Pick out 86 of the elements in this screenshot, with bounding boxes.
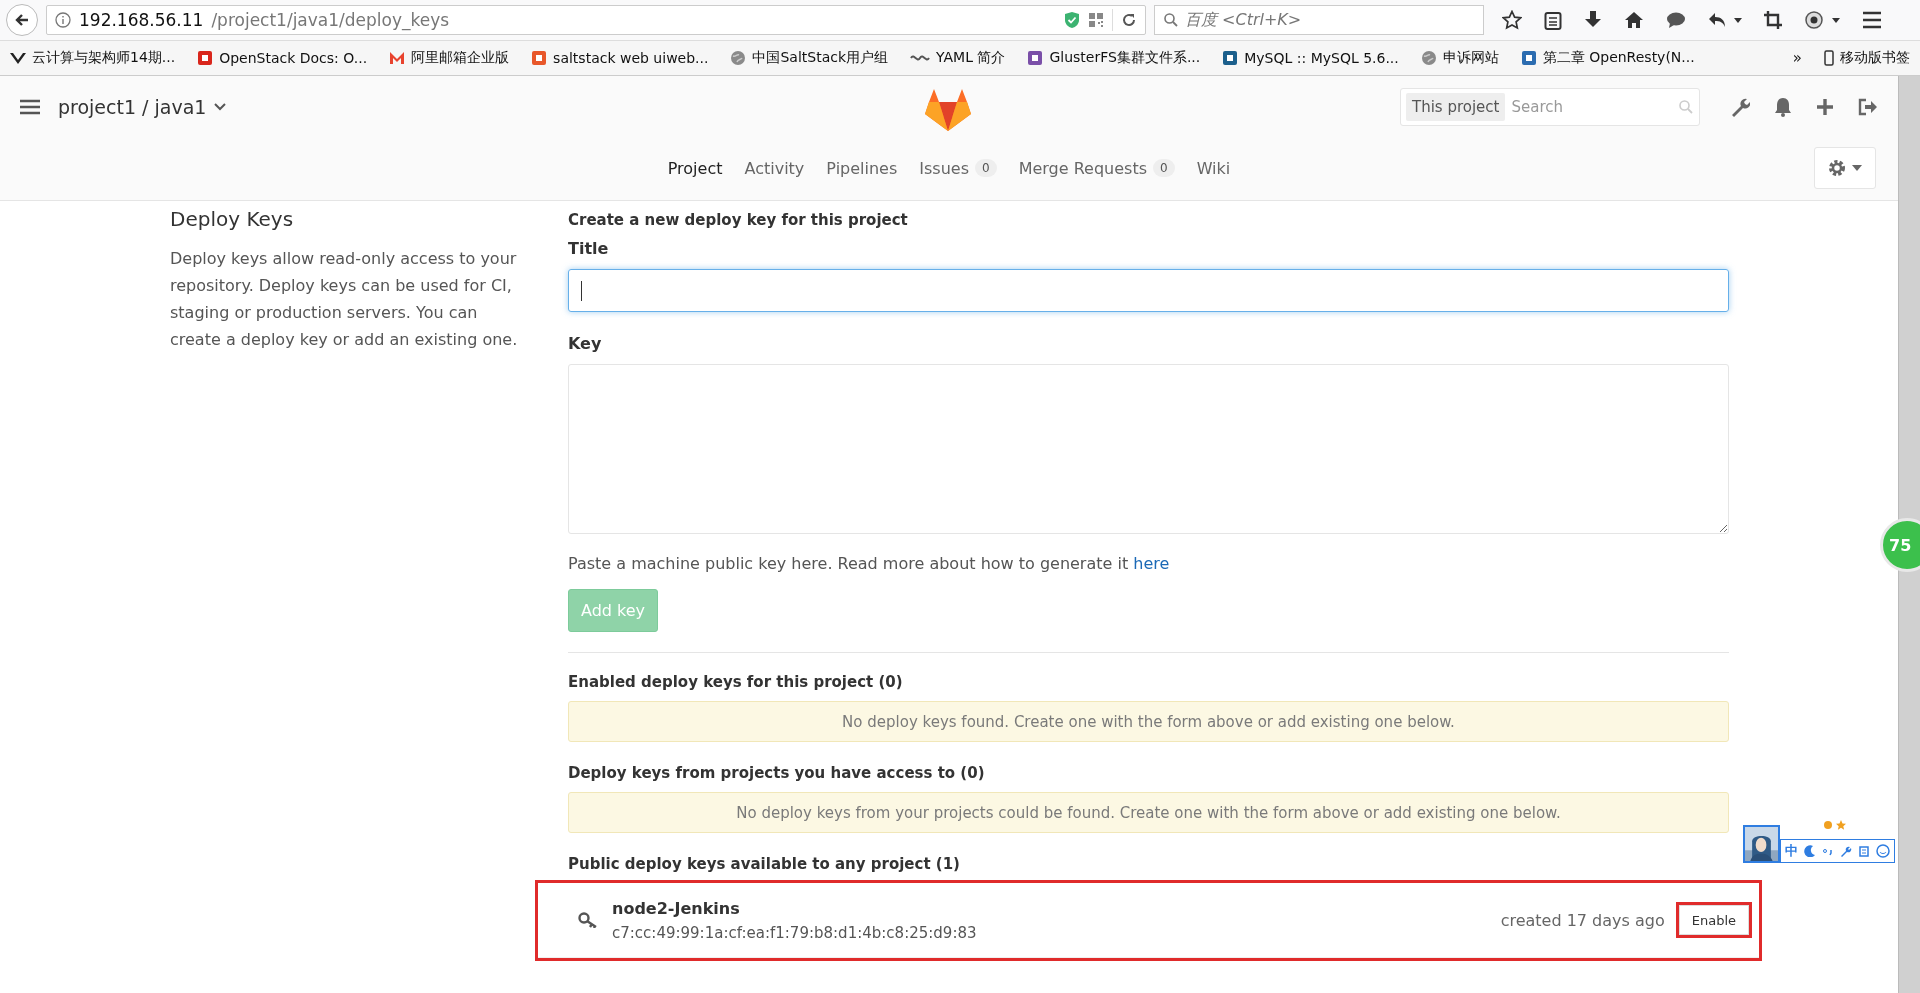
nav-tab[interactable]: Project xyxy=(667,150,723,188)
moon-icon[interactable] xyxy=(1804,845,1816,857)
empty-notice: No deploy keys from your projects could be found. Create one with the form above or add existing one below. xyxy=(568,792,1729,833)
bookmark-link[interactable]: OpenStack Docs: O... xyxy=(197,50,368,66)
project-switcher[interactable]: project1 / java1 xyxy=(58,96,227,118)
title-input-field[interactable] xyxy=(568,269,1729,312)
reload-icon[interactable] xyxy=(1121,12,1137,28)
bookmark-link[interactable]: MySQL :: MySQL 5.6... xyxy=(1222,50,1399,66)
plus-icon[interactable] xyxy=(1816,98,1834,116)
logo-icon xyxy=(531,50,548,66)
help-link[interactable]: here xyxy=(1133,554,1170,573)
mobile-bookmarks-link[interactable]: 移动版书签 xyxy=(1824,49,1910,67)
address-bar[interactable]: 192.168.56.11 /project1/java1/deploy_keys xyxy=(46,5,1146,35)
nav-tab[interactable]: Activity xyxy=(744,150,805,188)
form-heading: Create a new deploy key for this project xyxy=(568,211,909,229)
empty-notice: No deploy keys found. Create one with the form above or add existing one below. xyxy=(568,701,1729,742)
fox-logo-icon[interactable] xyxy=(924,88,972,132)
created-time: created 17 days ago xyxy=(1500,910,1665,930)
field-label: Key xyxy=(568,334,603,353)
section-heading: Deploy keys from projects you have access to (0) xyxy=(568,764,986,782)
bookmark-link[interactable]: 申诉网站 xyxy=(1420,49,1499,67)
search-field[interactable]: 百度 <Ctrl+K> xyxy=(1154,5,1484,35)
bookmark-link[interactable]: 中国SaltStack用户组 xyxy=(730,49,889,67)
shield-icon[interactable] xyxy=(1064,11,1080,29)
more-bookmarks-button[interactable]: » xyxy=(1792,49,1802,67)
undo-icon[interactable] xyxy=(1708,11,1742,29)
back-button[interactable] xyxy=(6,4,38,36)
section-heading: Public deploy keys available to any project (1) xyxy=(568,855,961,873)
section-description: Deploy keys allow read-only access to your repository. Deploy keys can be used for CI, staging or production servers. You can create a deploy key or add an existing one. xyxy=(170,248,519,351)
key-name: node2-Jenkins xyxy=(612,898,741,918)
smiley-icon[interactable] xyxy=(1876,844,1890,858)
settings-icon xyxy=(1828,159,1846,177)
bookmark-link[interactable]: 第二章 OpenResty(N... xyxy=(1520,49,1695,67)
menu-icon[interactable] xyxy=(20,99,40,115)
logo-icon xyxy=(1222,50,1239,66)
nav-tab[interactable]: Merge Requests 0 xyxy=(1018,150,1175,188)
star-icon[interactable] xyxy=(1502,10,1522,30)
info-icon xyxy=(55,12,71,28)
key-icon xyxy=(578,912,598,928)
section-title: Deploy Keys xyxy=(170,207,295,231)
back-arrow-icon xyxy=(14,12,30,28)
count-badge: 0 xyxy=(1153,159,1175,177)
logo-icon xyxy=(1027,50,1044,66)
m-logo-icon xyxy=(389,50,406,66)
settings-button[interactable] xyxy=(1814,147,1876,189)
hint-text: Paste a machine public key here. Read more about how to generate it here xyxy=(568,554,1171,573)
crop-icon[interactable] xyxy=(1764,11,1782,29)
wrench-icon[interactable] xyxy=(1730,97,1750,117)
enable-button[interactable]: Enable xyxy=(1678,905,1749,935)
logo-icon xyxy=(197,50,214,66)
section-heading: Enabled deploy keys for this project (0) xyxy=(568,673,904,691)
globe-icon xyxy=(1420,50,1437,66)
input-mode-label[interactable]: 中 xyxy=(1785,842,1798,860)
v-logo-icon xyxy=(10,50,26,66)
bookmark-link[interactable]: YAML 简介 xyxy=(910,49,1006,67)
bell-icon[interactable] xyxy=(1774,97,1792,117)
ime-toolbar[interactable]: 中 xyxy=(1780,839,1895,863)
clipboard-icon[interactable] xyxy=(1544,10,1562,30)
bookmark-link[interactable]: 云计算与架构师14期... xyxy=(10,49,176,67)
nav-tab[interactable]: Wiki xyxy=(1196,150,1231,188)
key-input-field[interactable] xyxy=(568,364,1729,534)
count-badge: 0 xyxy=(975,159,997,177)
bookmark-link[interactable]: saltstack web uiweb... xyxy=(531,50,709,66)
caret-icon xyxy=(1852,165,1862,171)
chevron-icon xyxy=(214,103,227,111)
qr-code-icon[interactable] xyxy=(1088,12,1104,28)
chat-icon[interactable] xyxy=(1666,11,1686,29)
download-icon[interactable] xyxy=(1584,10,1602,30)
bookmark-link[interactable]: 阿里邮箱企业版 xyxy=(389,49,510,67)
nav-tab[interactable]: Pipelines xyxy=(826,150,898,188)
speed-badge: 75 xyxy=(1880,518,1920,572)
key-fingerprint: c7:cc:49:99:1a:cf:ea:f1:79:b8:d1:4b:c8:25:d9:83 xyxy=(612,923,978,942)
field-label: Title xyxy=(568,239,610,258)
clipboard-icon[interactable] xyxy=(1858,845,1870,857)
globe-icon xyxy=(730,50,747,66)
wrench-icon[interactable] xyxy=(1840,845,1852,857)
phone-icon xyxy=(1824,50,1834,66)
logo-icon xyxy=(1520,50,1537,66)
bookmark-link[interactable]: GlusterFS集群文件系... xyxy=(1027,49,1201,67)
search-icon xyxy=(1678,99,1694,115)
sign-out-icon[interactable] xyxy=(1858,98,1878,116)
menu-icon[interactable] xyxy=(1862,11,1882,29)
nav-tab[interactable]: Issues 0 xyxy=(919,150,997,188)
home-icon[interactable] xyxy=(1624,11,1644,29)
search-field[interactable]: This project Search xyxy=(1400,88,1700,126)
search-icon xyxy=(1163,12,1179,28)
